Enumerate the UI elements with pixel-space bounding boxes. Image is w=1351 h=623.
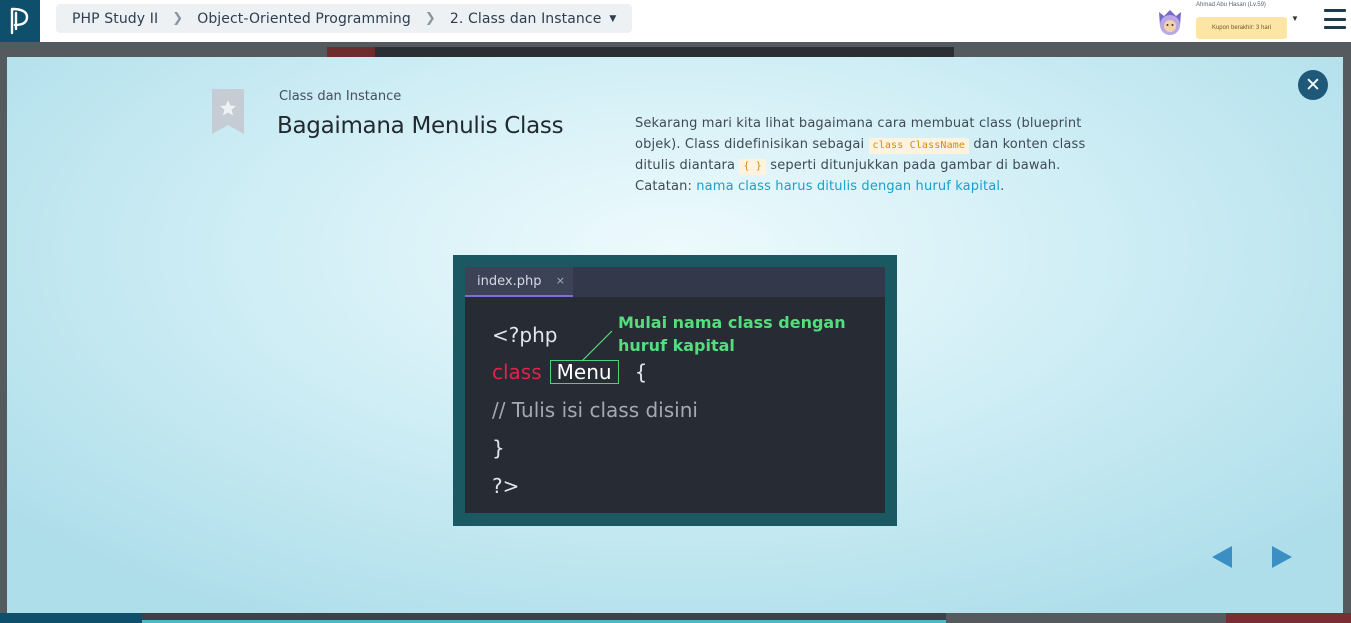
code-line-3: // Tulis isi class disini [492, 398, 698, 422]
code-class-name: Menu [549, 360, 619, 384]
code-line-2: class Menu { [492, 360, 647, 384]
code-line-4: } [492, 436, 505, 460]
slide-description: Sekarang mari kita lihat bagaimana cara … [635, 113, 1115, 197]
breadcrumb-chapter[interactable]: Object-Oriented Programming [197, 11, 411, 27]
annotation-pointer-line [581, 330, 613, 362]
code-keyword: class [492, 360, 542, 384]
code-line-1: <?php [492, 323, 558, 347]
slide-title: Bagaimana Menulis Class [277, 113, 564, 139]
close-icon[interactable]: ✕ [1298, 70, 1328, 100]
coupon-badge: Kupon berakhir: 3 hari [1196, 17, 1287, 39]
caret-down-icon[interactable]: ▼ [609, 14, 616, 24]
background-video-bar [327, 47, 954, 57]
background-footer-left [0, 613, 142, 623]
user-name[interactable]: Ahmad Abu Hasan (Lv.59) [1196, 2, 1266, 8]
desc-text: seperti ditunjukkan pada gambar di bawah… [765, 158, 1061, 173]
logo-icon [10, 7, 29, 35]
hamburger-menu-icon[interactable] [1324, 9, 1346, 29]
bookmark-star-icon[interactable] [212, 89, 244, 134]
code-brace: { [634, 360, 648, 384]
note-highlight: nama class harus ditulis dengan huruf ka… [696, 179, 1001, 194]
chevron-right-icon: ❯ [172, 11, 184, 26]
note-label: Catatan: [635, 179, 697, 194]
annotation-line-1: Mulai nama class dengan [618, 313, 846, 332]
breadcrumb: PHP Study II ❯ Object-Oriented Programmi… [56, 4, 633, 33]
breadcrumb-course[interactable]: PHP Study II [72, 11, 158, 27]
prev-arrow-icon[interactable] [1210, 545, 1234, 569]
top-bar: PHP Study II ❯ Object-Oriented Programmi… [0, 0, 1351, 42]
app-logo[interactable] [0, 0, 40, 42]
next-arrow-icon[interactable] [1270, 545, 1294, 569]
code-image: index.php × <?php class Menu{ // Tulis is… [453, 255, 897, 526]
caret-down-icon[interactable]: ▼ [1291, 14, 1299, 23]
inline-code-class: class ClassName [868, 138, 970, 154]
background-video-accent [327, 47, 375, 57]
inline-code-braces: { } [739, 159, 766, 175]
annotation-line-2: huruf kapital [618, 336, 735, 355]
code-annotation: Mulai nama class dengan huruf kapital [618, 311, 846, 357]
chevron-right-icon: ❯ [424, 11, 436, 26]
code-editor: index.php × <?php class Menu{ // Tulis is… [465, 267, 885, 513]
slide-modal: ✕ Class dan Instance Bagaimana Menulis C… [7, 57, 1343, 613]
slide-subtitle: Class dan Instance [279, 89, 402, 104]
background-footer-right [1226, 613, 1351, 623]
breadcrumb-lesson[interactable]: 2. Class dan Instance [450, 11, 602, 27]
code-line-5: ?> [492, 474, 520, 498]
note-end: . [1000, 179, 1005, 194]
avatar[interactable] [1156, 6, 1184, 36]
